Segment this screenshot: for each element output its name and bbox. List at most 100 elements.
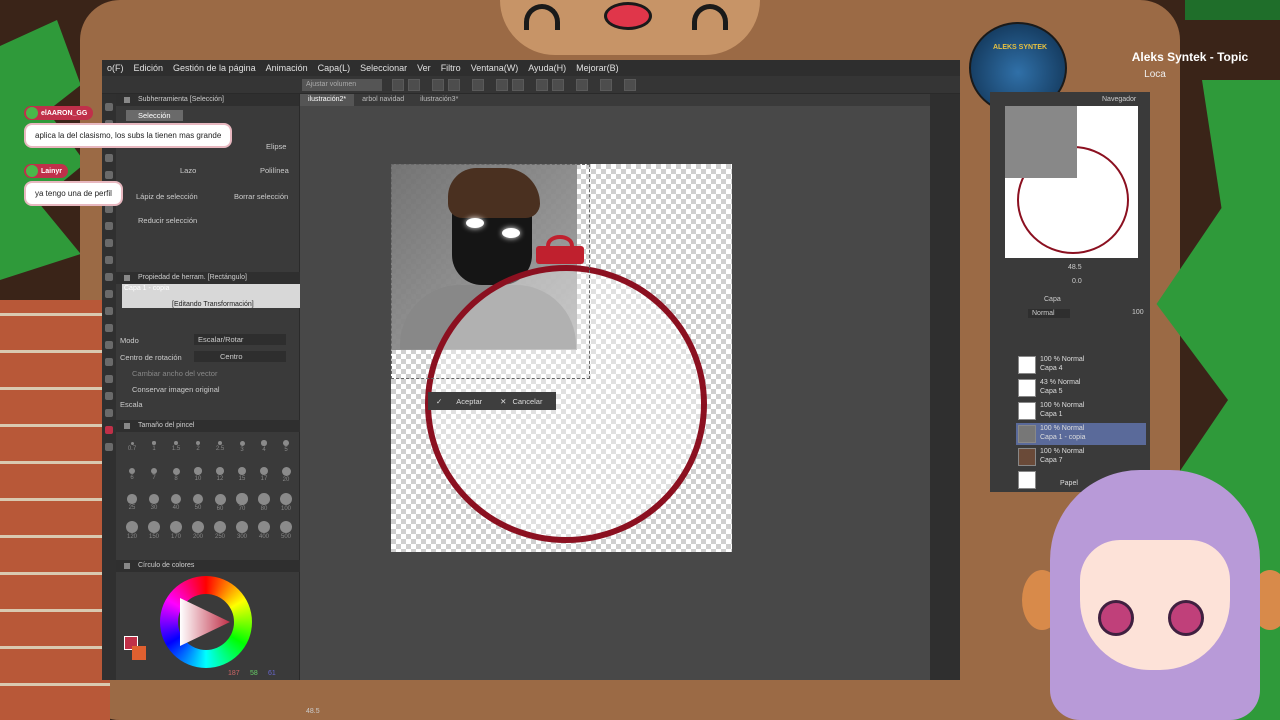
wand-tool-icon[interactable]	[105, 154, 113, 162]
deselect-icon[interactable]	[496, 79, 508, 91]
brush-size-option[interactable]: 25	[122, 492, 142, 518]
subtool-shrink-selection[interactable]: Reducir selección	[138, 216, 197, 225]
menu-animation[interactable]: Animación	[266, 63, 308, 73]
frame-icon[interactable]	[600, 79, 612, 91]
balloon-tool-icon[interactable]	[105, 392, 113, 400]
menu-filter[interactable]: Filtro	[441, 63, 461, 73]
frame-tool-icon[interactable]	[105, 341, 113, 349]
brush-size-option[interactable]: 20	[276, 464, 296, 490]
brush-size-option[interactable]: 1	[144, 436, 164, 462]
accept-button[interactable]: Aceptar	[456, 397, 482, 406]
ruler-tool-icon[interactable]	[105, 358, 113, 366]
eraser-tool-icon[interactable]	[105, 256, 113, 264]
brush-size-option[interactable]: 30	[144, 492, 164, 518]
brush-size-option[interactable]: 80	[254, 492, 274, 518]
brush-size-option[interactable]: 200	[188, 520, 208, 546]
brush-size-option[interactable]: 100	[276, 492, 296, 518]
brush-size-option[interactable]: 1.5	[166, 436, 186, 462]
invert-icon[interactable]	[512, 79, 524, 91]
figure-tool-icon[interactable]	[105, 324, 113, 332]
layer-opacity[interactable]: 100	[1132, 309, 1144, 316]
doc-tab-ilustracion3[interactable]: ilustración3*	[412, 94, 466, 106]
main-color-swatch[interactable]	[105, 426, 113, 434]
pencil-tool-icon[interactable]	[105, 205, 113, 213]
brush-size-option[interactable]: 3	[232, 436, 252, 462]
brush-size-option[interactable]: 150	[144, 520, 164, 546]
subtool-polyline[interactable]: Polilínea	[260, 166, 289, 175]
brush-size-option[interactable]: 120	[122, 520, 142, 546]
rgb-r: 187	[228, 670, 240, 677]
layer-row[interactable]: 43 % Normal Capa 5	[1016, 377, 1146, 399]
brush-size-option[interactable]: 8	[166, 464, 186, 490]
brush-size-option[interactable]: 4	[254, 436, 274, 462]
brush-size-option[interactable]: 7	[144, 464, 164, 490]
brush-size-option[interactable]: 300	[232, 520, 252, 546]
brush-size-option[interactable]: 17	[254, 464, 274, 490]
menu-file[interactable]: o(F)	[107, 63, 124, 73]
transform-icon[interactable]	[472, 79, 484, 91]
ruler-icon[interactable]	[552, 79, 564, 91]
sub-color-swatch[interactable]	[105, 443, 113, 451]
navigator-preview[interactable]	[1005, 106, 1138, 258]
brush-size-option[interactable]: 10	[188, 464, 208, 490]
layer-row[interactable]: 100 % Normal Capa 4	[1016, 354, 1146, 376]
brush-tool-icon[interactable]	[105, 222, 113, 230]
menu-window[interactable]: Ventana(W)	[471, 63, 519, 73]
text-tool-icon[interactable]	[105, 375, 113, 383]
chat-user: elAARON_GG	[24, 106, 94, 120]
subtool-selection-pen[interactable]: Lápiz de selección	[136, 192, 198, 201]
blend-tool-icon[interactable]	[105, 273, 113, 281]
doc-tab-arbol-navidad[interactable]: arbol navidad	[354, 94, 412, 106]
menu-select[interactable]: Seleccionar	[360, 63, 407, 73]
transform-selection-box[interactable]	[391, 164, 590, 379]
doc-tab-ilustracion2[interactable]: ilustración2*	[300, 94, 355, 106]
redo-icon[interactable]	[408, 79, 420, 91]
gradient-tool-icon[interactable]	[105, 307, 113, 315]
subtool-ellipse[interactable]: Elipse	[266, 142, 286, 151]
subtool-lasso[interactable]: Lazo	[180, 166, 196, 175]
subtool-erase-selection[interactable]: Borrar selección	[234, 192, 288, 201]
crop-icon[interactable]	[624, 79, 636, 91]
layer-row[interactable]: 100 % Normal Capa 1	[1016, 400, 1146, 422]
brush-size-option[interactable]: 2.5	[210, 436, 230, 462]
close-icon[interactable]: ✕	[500, 397, 506, 406]
menu-page[interactable]: Gestión de la página	[173, 63, 256, 73]
brush-size-option[interactable]: 15	[232, 464, 252, 490]
rotation-center-select[interactable]: Centro	[194, 351, 286, 362]
brush-size-option[interactable]: 500	[276, 520, 296, 546]
menu-upgrade[interactable]: Mejorar(B)	[576, 63, 619, 73]
command-tab[interactable]: Ajustar volumen	[302, 79, 382, 91]
keep-original-checkbox[interactable]: Conservar imagen original	[132, 385, 220, 394]
brush-size-option[interactable]: 40	[166, 492, 186, 518]
grid-icon[interactable]	[576, 79, 588, 91]
brush-size-option[interactable]: 2	[188, 436, 208, 462]
menu-edit[interactable]: Edición	[134, 63, 164, 73]
brush-size-option[interactable]: 50	[188, 492, 208, 518]
clear-icon[interactable]	[432, 79, 444, 91]
fill-icon[interactable]	[448, 79, 460, 91]
brush-size-option[interactable]: 0.7	[122, 436, 142, 462]
brush-size-option[interactable]: 5	[276, 436, 296, 462]
brush-size-option[interactable]: 170	[166, 520, 186, 546]
layer-row-selected[interactable]: 100 % Normal Capa 1 - copia	[1016, 423, 1146, 445]
brush-size-option[interactable]: 6	[122, 464, 142, 490]
check-icon[interactable]: ✓	[436, 397, 442, 406]
brush-size-option[interactable]: 12	[210, 464, 230, 490]
snap-icon[interactable]	[536, 79, 548, 91]
menu-help[interactable]: Ayuda(H)	[528, 63, 566, 73]
menu-view[interactable]: Ver	[417, 63, 431, 73]
sub-color-box[interactable]	[132, 646, 146, 660]
airbrush-tool-icon[interactable]	[105, 239, 113, 247]
cancel-button[interactable]: Cancelar	[512, 397, 542, 406]
brush-size-option[interactable]: 250	[210, 520, 230, 546]
vector-width-checkbox[interactable]: Cambiar ancho del vector	[132, 369, 217, 378]
brush-size-option[interactable]: 400	[254, 520, 274, 546]
menu-layer[interactable]: Capa(L)	[318, 63, 351, 73]
blend-mode-select[interactable]: Normal	[1028, 309, 1070, 318]
brush-size-option[interactable]: 60	[210, 492, 230, 518]
undo-icon[interactable]	[392, 79, 404, 91]
brush-size-option[interactable]: 70	[232, 492, 252, 518]
fill-tool-icon[interactable]	[105, 290, 113, 298]
mode-select[interactable]: Escalar/Rotar	[194, 334, 286, 345]
correction-tool-icon[interactable]	[105, 409, 113, 417]
